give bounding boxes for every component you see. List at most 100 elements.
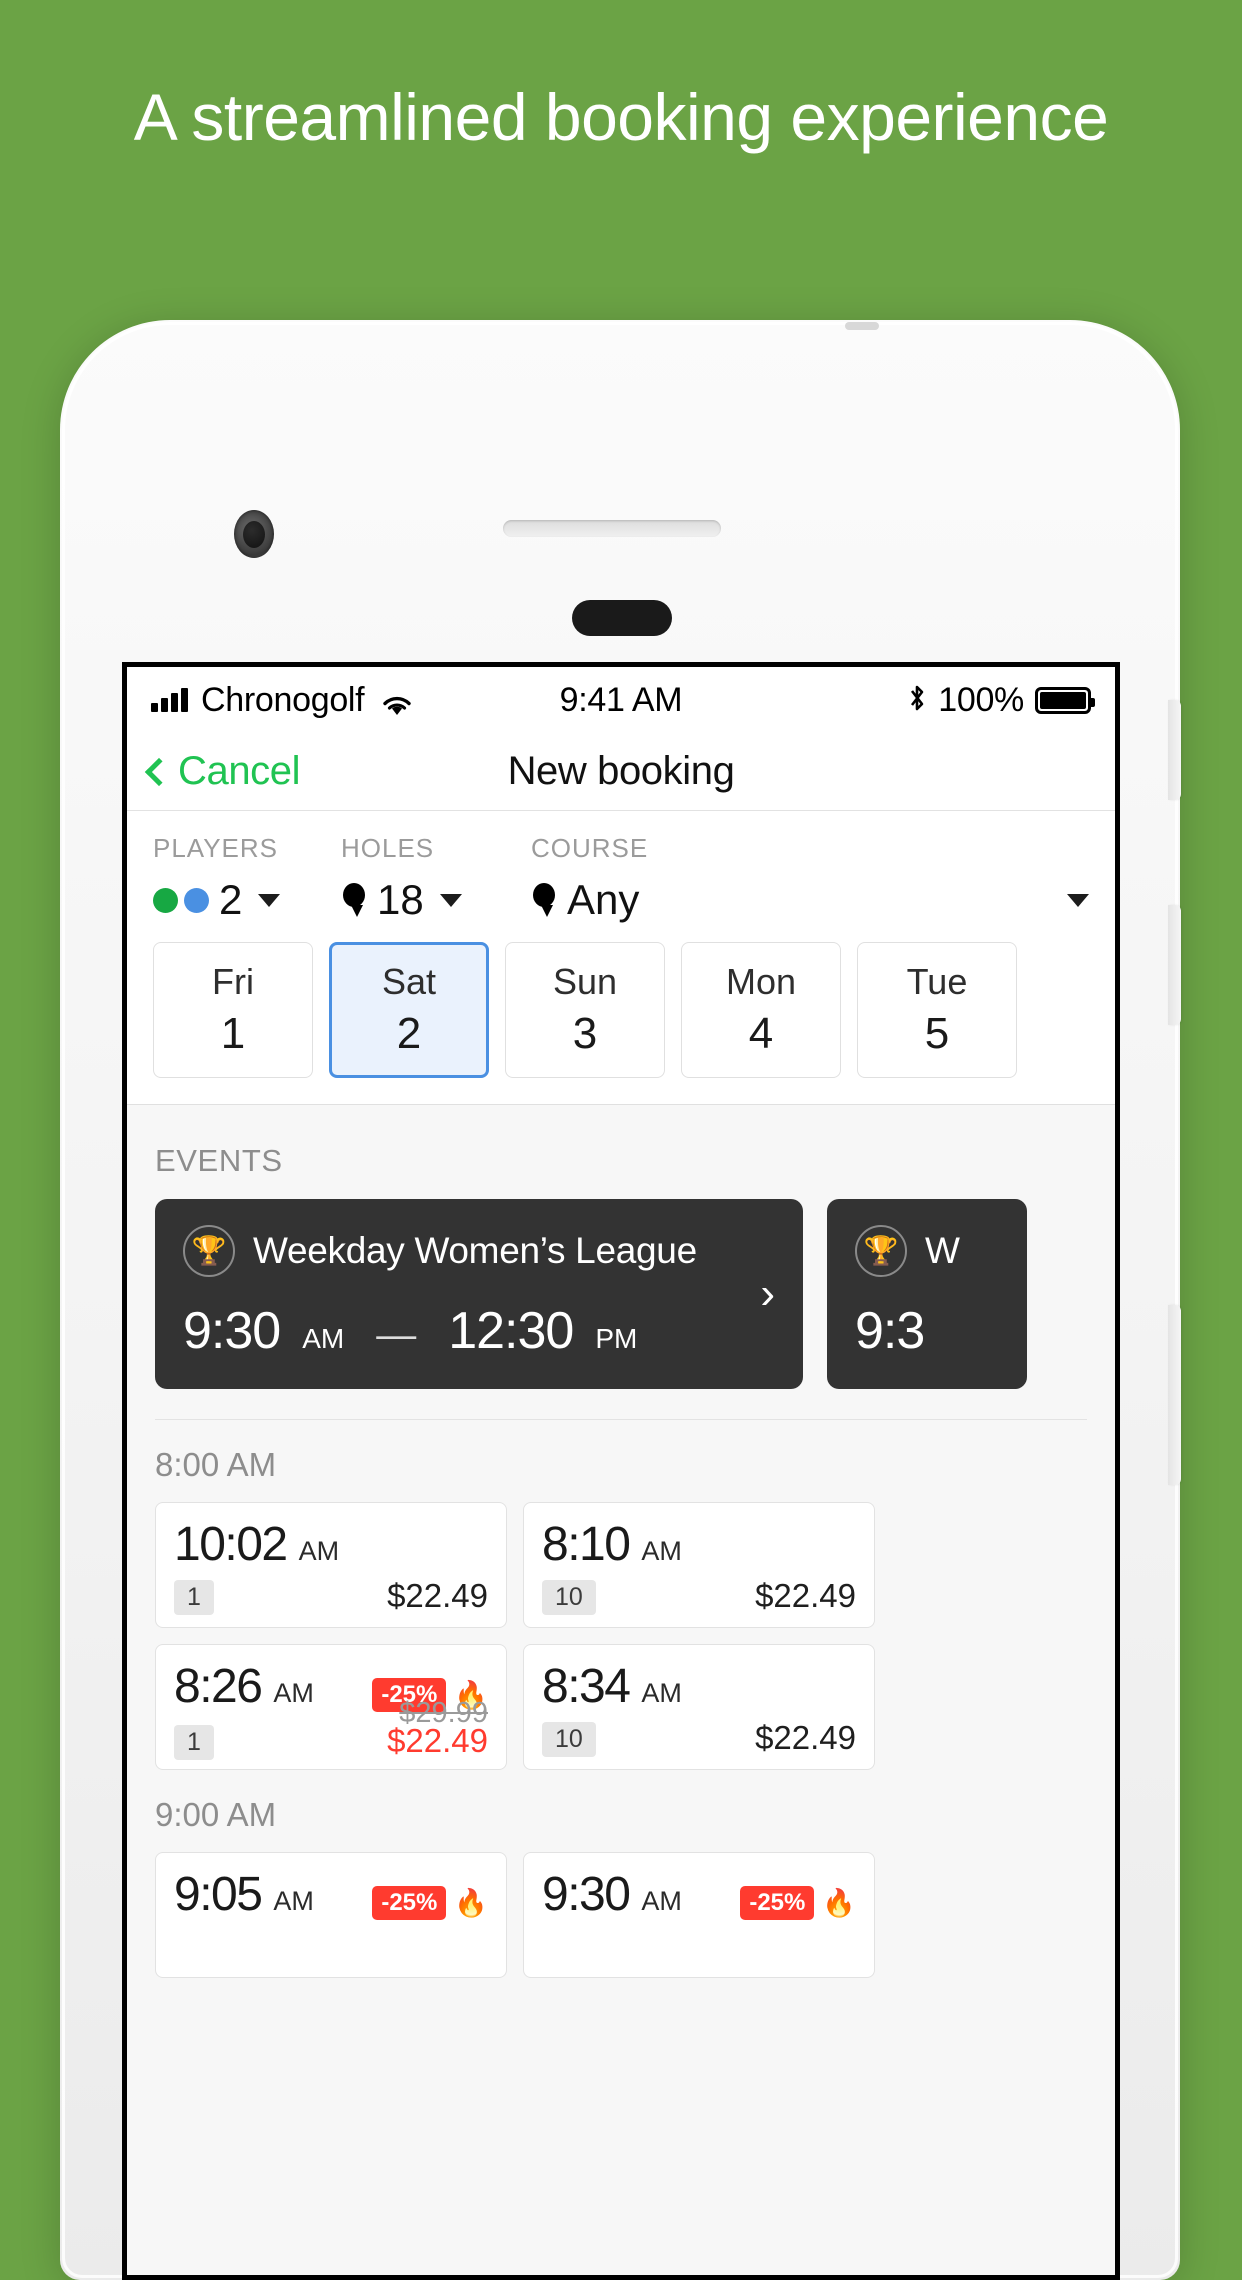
tee-time-card[interactable]: 8:26 AM -25% 🔥 $29.99 1 $22.49 (155, 1644, 507, 1770)
date-cell-tue[interactable]: Tue 5 (857, 942, 1017, 1078)
date-dow-label: Mon (725, 961, 797, 1002)
phone-side-button-silent[interactable] (1168, 700, 1181, 800)
available-spots-badge: 10 (542, 1722, 596, 1757)
flame-icon: 🔥 (822, 1887, 856, 1918)
tee-time-label: 8:34 (542, 1660, 631, 1713)
chevron-down-icon (258, 893, 281, 907)
date-dow-label: Sun (552, 961, 618, 1002)
tee-time-card[interactable]: 9:05 AM -25% 🔥 (155, 1852, 507, 1978)
events-section-title: EVENTS (155, 1143, 283, 1178)
filter-course-label: COURSE (531, 833, 649, 863)
filter-course[interactable]: COURSE Any (531, 833, 1089, 924)
earpiece-speaker (503, 520, 721, 537)
player-dot-blue-icon (184, 887, 209, 913)
tee-card-top: 8:10 AM (542, 1517, 856, 1572)
screen-title: New booking (507, 749, 735, 793)
date-number-label: 1 (220, 1009, 246, 1058)
tee-time-card[interactable]: 9:30 AM -25% 🔥 (523, 1852, 875, 1978)
chevron-right-icon[interactable]: › (760, 1272, 775, 1316)
home-indicator-pill[interactable] (572, 600, 672, 636)
original-price-label: $29.99 (399, 1697, 488, 1729)
tee-ampm-label: AM (298, 1536, 340, 1566)
tee-card-top: 9:30 AM -25% 🔥 (542, 1867, 856, 1922)
event-card[interactable]: 🏆 Weekday Women’s League 9:30 AM — 12:30 PM › (155, 1199, 803, 1389)
discount-badge: -25% (372, 1886, 447, 1920)
tee-time-card[interactable]: 8:10 AM 10 $22.49 (523, 1502, 875, 1628)
date-number-label: 3 (572, 1009, 598, 1058)
tee-time-card[interactable]: 8:34 AM 10 $22.49 (523, 1644, 875, 1770)
tee-ampm-label: AM (641, 1536, 682, 1566)
date-cell-mon[interactable]: Mon 4 (681, 942, 841, 1078)
filter-course-value: Any (567, 876, 640, 923)
golf-tee-icon (531, 883, 557, 917)
tee-card-bottom: 10 $22.49 (542, 1719, 856, 1757)
date-cell-sun[interactable]: Sun 3 (505, 942, 665, 1078)
tee-time-label: 8:10 (542, 1518, 631, 1571)
event-start-ampm: AM (302, 1323, 345, 1354)
flame-icon: 🔥 (454, 1887, 488, 1918)
front-camera-icon (234, 510, 274, 558)
phone-side-button-volume-down[interactable] (1168, 1305, 1181, 1485)
filter-holes-value-row: 18 (341, 876, 531, 924)
filter-players[interactable]: PLAYERS 2 (153, 833, 341, 924)
status-bar-time: 9:41 AM (559, 680, 683, 719)
date-number-label: 4 (748, 1009, 774, 1058)
date-selector[interactable]: Fri 1 Sat 2 Sun 3 Mon 4 Tue 5 (127, 928, 1115, 1104)
tee-card-top: 9:05 AM -25% 🔥 (174, 1867, 488, 1922)
tee-card-bottom: 10 $22.49 (542, 1577, 856, 1615)
available-spots-badge: 1 (174, 1725, 214, 1760)
filter-course-value-row: Any (531, 876, 1089, 924)
date-number-label: 2 (396, 1009, 422, 1058)
filter-players-label: PLAYERS (153, 833, 279, 863)
event-card-header: 🏆 Weekday Women’s League (183, 1225, 775, 1277)
events-carousel[interactable]: 🏆 Weekday Women’s League 9:30 AM —12:30 PM › 🏆 W… (127, 1199, 1115, 1389)
tee-time-label: 10:02 (174, 1518, 288, 1571)
date-dow-label: Fri (212, 961, 254, 1002)
player-dot-green-icon (153, 887, 178, 913)
tee-time-label: 9:05 (174, 1868, 263, 1921)
event-name-label: W (925, 1230, 960, 1271)
discount-group: -25% 🔥 (372, 1886, 488, 1920)
event-name-label: Weekday Women’s League (253, 1230, 697, 1271)
date-cell-sat[interactable]: Sat 2 (329, 942, 489, 1078)
available-spots-badge: 10 (542, 1580, 596, 1615)
ios-status-bar: Chronogolf 9:41 AM 100% (127, 667, 1115, 733)
tee-time-groups: 8:00 AM 10:02 AM 1 $22.49 8:10 AM 10 $22.49 8:26 A… (127, 1420, 1115, 1978)
event-time-range: 9:30 AM — 12:30 PM (183, 1301, 775, 1361)
navigation-bar: Cancel New booking (127, 733, 1115, 811)
event-range-dash: — (376, 1313, 417, 1357)
golf-tee-icon (341, 883, 367, 917)
price-label: $22.49 (755, 1577, 856, 1614)
date-dow-label: Sat (381, 961, 437, 1002)
tee-ampm-label: AM (641, 1886, 682, 1916)
event-card-header: 🏆 W (855, 1225, 999, 1277)
tee-time-card[interactable]: 10:02 AM 1 $22.49 (155, 1502, 507, 1628)
date-cell-fri[interactable]: Fri 1 (153, 942, 313, 1078)
tee-time-grid: 10:02 AM 1 $22.49 8:10 AM 10 $22.49 8:26 AM -25% 🔥 $… (127, 1502, 1115, 1770)
chevron-down-icon (439, 893, 462, 907)
available-spots-badge: 1 (174, 1580, 214, 1615)
discount-badge: -25% (740, 1886, 815, 1920)
event-end-ampm: PM (595, 1323, 638, 1354)
battery-icon (1035, 686, 1095, 714)
tee-time-group-header: 8:00 AM (155, 1446, 277, 1483)
chevron-down-icon (1067, 893, 1089, 907)
discount-group: -25% 🔥 (740, 1886, 856, 1920)
phone-side-button-volume-up[interactable] (1168, 905, 1181, 1025)
tee-card-top: 8:34 AM (542, 1659, 856, 1714)
price-label: $22.49 (387, 1577, 488, 1614)
filter-holes[interactable]: HOLES 18 (341, 833, 531, 924)
event-card[interactable]: 🏆 W 9:3 (827, 1199, 1027, 1389)
tee-card-bottom: 1 $22.49 (174, 1577, 488, 1615)
phone-screen: Chronogolf 9:41 AM 100% Cancel New booki… (122, 662, 1120, 2280)
tee-ampm-label: AM (641, 1678, 682, 1708)
tee-card-top: 10:02 AM (174, 1517, 488, 1572)
filter-holes-value: 18 (377, 876, 424, 923)
page-title: A streamlined booking experience (133, 80, 1109, 154)
filter-players-value: 2 (219, 876, 243, 923)
tee-time-group-header: 9:00 AM (155, 1796, 277, 1833)
filter-bar: PLAYERS 2 HOLES 18 COURSE Any (127, 811, 1115, 928)
tee-time-grid: 9:05 AM -25% 🔥 9:30 AM -25% 🔥 (127, 1852, 1115, 1978)
tee-ampm-label: AM (273, 1886, 314, 1916)
tee-time-label: 8:26 (174, 1660, 263, 1713)
